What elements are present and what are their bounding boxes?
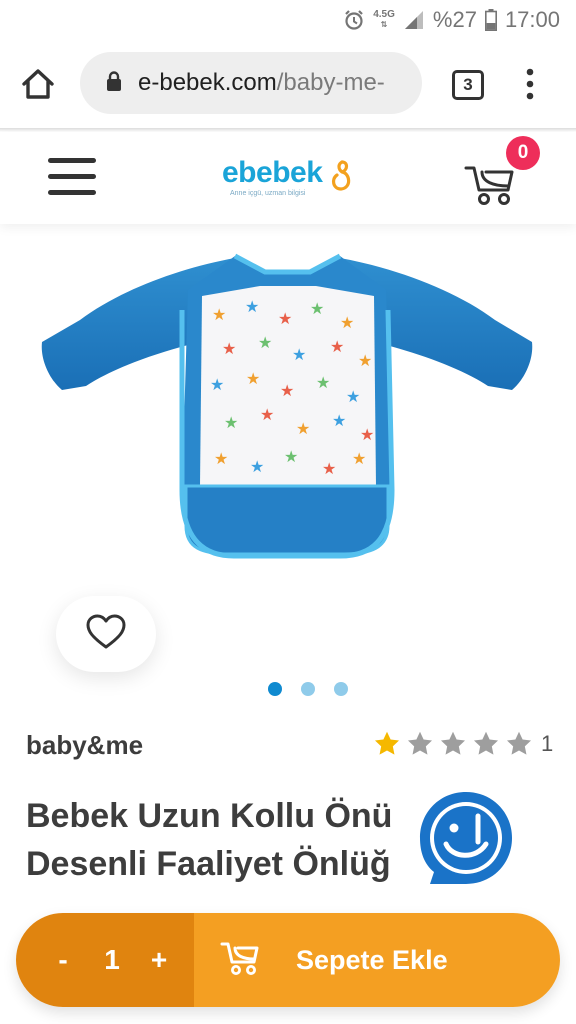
status-bar: 4.5G ⇅ %27 17:00 (0, 0, 576, 40)
add-to-cart-button[interactable]: Sepete Ekle (194, 913, 560, 1007)
svg-text:★: ★ (292, 345, 306, 364)
quantity-stepper: - 1 + (16, 913, 194, 1007)
star-row (372, 730, 534, 758)
carousel-dot[interactable] (334, 682, 348, 696)
svg-text:★: ★ (360, 425, 374, 444)
logo-text: ebebek (222, 156, 323, 189)
svg-text:★: ★ (246, 369, 260, 388)
site-header: ebebek Anne içgü, uzman bilgisi (0, 132, 576, 224)
battery-percent: %27 (432, 7, 477, 32)
overflow-menu-icon[interactable] (524, 68, 536, 100)
product-title-line1: Bebek Uzun Kollu Önü (26, 797, 393, 835)
tab-switcher-button[interactable]: 3 (452, 70, 484, 100)
purchase-bar: - 1 + Sepete Ekle (16, 913, 560, 1007)
svg-text:★: ★ (316, 373, 330, 392)
product-brand[interactable]: baby&me (26, 730, 143, 761)
url-path: /baby-me- (276, 69, 385, 96)
chat-support-button[interactable] (416, 788, 516, 888)
url-domain: e-bebek.com (138, 69, 277, 96)
rating-count: 1 (541, 731, 554, 756)
svg-text:★: ★ (284, 447, 298, 466)
url-text: e-bebek.com/baby-me- (138, 69, 385, 97)
hamburger-menu-icon[interactable] (48, 158, 96, 196)
add-to-cart-label: Sepete Ekle (296, 944, 448, 975)
svg-text:★: ★ (224, 413, 238, 432)
browser-toolbar: e-bebek.com/baby-me- 3 (0, 40, 576, 128)
svg-text:★: ★ (258, 333, 272, 352)
favorite-button[interactable] (56, 596, 156, 672)
svg-text:★: ★ (296, 419, 310, 438)
svg-text:★: ★ (245, 297, 259, 316)
svg-text:★: ★ (352, 449, 366, 468)
svg-text:★: ★ (212, 305, 226, 324)
carousel-dot[interactable] (268, 682, 282, 696)
star-empty-icon (440, 731, 466, 755)
stroller-cart-icon[interactable] (464, 162, 520, 206)
svg-text:★: ★ (332, 411, 346, 430)
product-title: Bebek Uzun Kollu Önü Desenli Faaliyet Ön… (26, 792, 446, 888)
lock-icon (106, 70, 122, 97)
svg-text:★: ★ (330, 337, 344, 356)
logo-mark-icon (331, 160, 351, 191)
svg-text:★: ★ (214, 449, 228, 468)
alarm-icon (343, 9, 365, 31)
address-bar[interactable]: e-bebek.com/baby-me- (80, 52, 422, 114)
star-empty-icon (506, 731, 532, 755)
product-image[interactable]: ★ ★ ★ ★ ★ ★ ★ ★ ★ ★ ★ ★ ★ ★ ★ ★ ★ ★ ★ ★ ★ ★ ★ ★ ★ (40, 250, 534, 562)
svg-text:★: ★ (280, 381, 294, 400)
status-indicators: 4.5G ⇅ %27 17:00 (343, 6, 560, 34)
decrease-quantity-button[interactable]: - (34, 944, 92, 976)
home-icon[interactable] (18, 64, 58, 104)
star-filled-icon (374, 731, 400, 755)
chat-face-icon (420, 792, 512, 884)
svg-text:★: ★ (346, 387, 360, 406)
cart-count-badge: 0 (506, 136, 540, 170)
star-empty-icon (473, 731, 499, 755)
quantity-value[interactable]: 1 (92, 944, 132, 976)
site-logo[interactable]: ebebek Anne içgü, uzman bilgisi (222, 156, 356, 202)
svg-text:★: ★ (358, 351, 372, 370)
network-type: 4.5G ⇅ (373, 9, 395, 30)
svg-text:★: ★ (210, 375, 224, 394)
heart-icon (86, 614, 126, 655)
svg-text:★: ★ (310, 299, 324, 318)
carousel-dot[interactable] (301, 682, 315, 696)
clock: 17:00 (504, 7, 560, 32)
svg-text:★: ★ (222, 339, 236, 358)
svg-text:★: ★ (322, 459, 336, 478)
signal-icon (403, 9, 425, 31)
logo-tagline: Anne içgü, uzman bilgisi (230, 190, 306, 197)
star-empty-icon (407, 731, 433, 755)
svg-text:★: ★ (250, 457, 264, 476)
stroller-cart-icon (220, 940, 262, 981)
battery-icon (484, 9, 497, 31)
product-title-line2: Desenli Faaliyet Önlüğ (26, 845, 391, 883)
svg-text:★: ★ (340, 313, 354, 332)
increase-quantity-button[interactable]: + (132, 944, 186, 976)
rating-stars[interactable]: 1 (372, 730, 553, 758)
svg-text:★: ★ (260, 405, 274, 424)
svg-text:★: ★ (278, 309, 292, 328)
